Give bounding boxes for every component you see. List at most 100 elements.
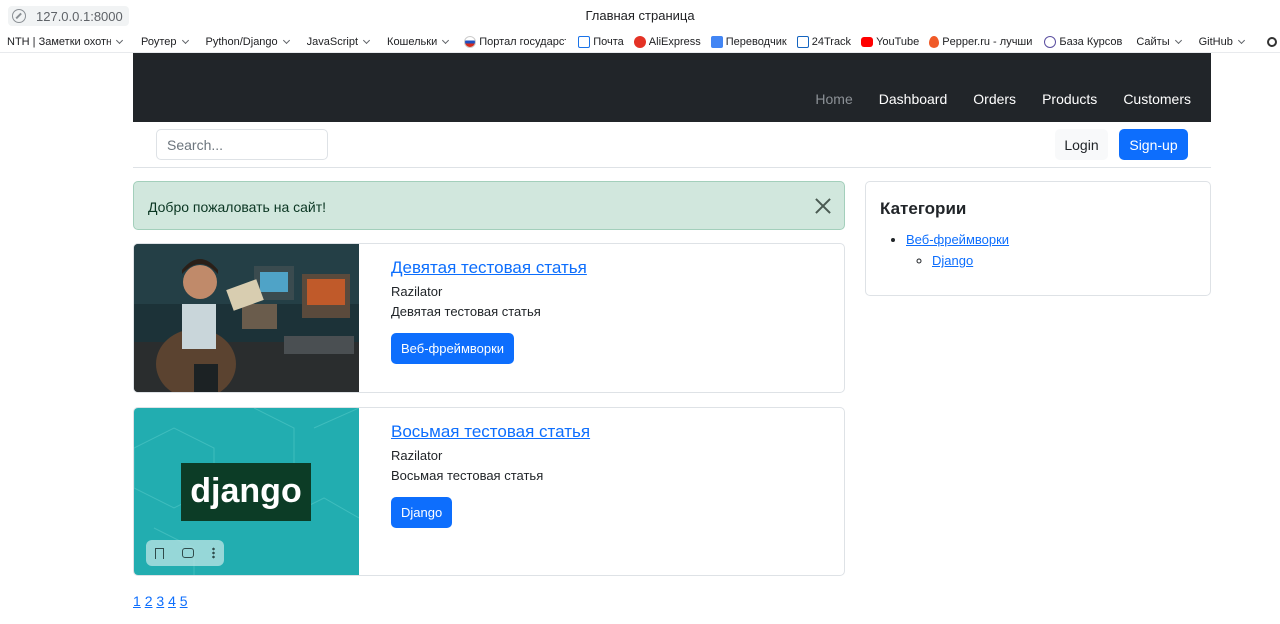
post-excerpt: Восьмая тестовая статья	[391, 468, 544, 483]
page-link[interactable]: 4	[168, 593, 176, 609]
bookmark-folder-sites[interactable]: Сайты	[1136, 36, 1182, 48]
category-link[interactable]: Веб-фреймворки	[906, 232, 1009, 247]
page-link[interactable]: 2	[145, 593, 153, 609]
bookmark-gosuslugi[interactable]: Портал государст	[464, 36, 566, 48]
flag-icon	[464, 36, 477, 48]
welcome-alert: Добро пожаловать на сайт!	[133, 181, 845, 230]
search-bar-row: Login Sign-up	[133, 122, 1211, 168]
post-thumbnail-django[interactable]: django	[134, 408, 359, 575]
bookmark-mail[interactable]: Почта	[578, 36, 624, 48]
page-link[interactable]: 1	[133, 593, 141, 609]
youtube-icon	[861, 37, 874, 47]
bookmark-label: AliExpress	[648, 36, 701, 48]
post-title-link[interactable]: Девятая тестовая статья	[391, 258, 587, 278]
nav-dashboard[interactable]: Dashboard	[879, 91, 948, 107]
image-toolbar	[146, 540, 224, 566]
post-body: Восьмая тестовая статья Razilator Восьма…	[391, 422, 590, 528]
extension-icon[interactable]	[1267, 37, 1277, 47]
site-info-icon[interactable]	[12, 9, 26, 23]
category-button[interactable]: Django	[391, 497, 453, 528]
bookmark-label: Python/Django	[205, 36, 278, 48]
site-navbar: Home Dashboard Orders Products Customers	[133, 53, 1211, 122]
nav-customers[interactable]: Customers	[1123, 91, 1191, 107]
search-input[interactable]	[156, 129, 328, 160]
subcategory-list: Django	[932, 253, 1009, 268]
bookmark-label: Переводчик	[725, 36, 787, 48]
signup-button[interactable]: Sign-up	[1119, 129, 1188, 160]
subcategory-link[interactable]: Django	[932, 253, 973, 268]
bookmark-translator[interactable]: Переводчик	[710, 36, 787, 48]
bookmark-label: Портал государст	[479, 36, 567, 48]
post-thumbnail-retro-computer[interactable]	[134, 244, 359, 392]
chevron-down-icon	[1174, 36, 1182, 45]
bookmark-label: Роутер	[141, 36, 177, 48]
bookmark-folder-github[interactable]: GitHub	[1198, 36, 1245, 48]
bookmark-folder-wallets[interactable]: Кошельки	[387, 36, 450, 48]
bookmark-courses[interactable]: База Курсов	[1044, 36, 1122, 48]
category-list: Веб-фреймворки Django	[906, 232, 1009, 268]
courses-icon	[1044, 36, 1057, 48]
bookmark-label: Сайты	[1136, 36, 1170, 48]
post-author: Razilator	[391, 284, 443, 299]
chevron-down-icon	[115, 36, 124, 45]
chevron-down-icon	[442, 36, 450, 45]
sidebar-heading: Категории	[880, 199, 967, 218]
page-link[interactable]: 3	[156, 593, 164, 609]
bookmarks-bar: NTH | Заметки охотн Роутер Python/Django…	[0, 32, 1280, 53]
post-author: Razilator	[391, 448, 443, 463]
bookmark-youtube[interactable]: YouTube	[861, 36, 919, 48]
subcategory-item: Django	[932, 253, 1009, 268]
chevron-down-icon	[362, 36, 371, 45]
mail-icon	[578, 36, 591, 48]
nav-home[interactable]: Home	[815, 91, 852, 107]
category-button[interactable]: Веб-фреймворки	[391, 333, 515, 364]
address-bar[interactable]: 127.0.0.1:8000	[8, 6, 129, 26]
post-title-link[interactable]: Восьмая тестовая статья	[391, 422, 590, 442]
pagination: 1 2 3 4 5	[133, 593, 188, 609]
post-body: Девятая тестовая статья Razilator Девята…	[391, 258, 587, 364]
category-item: Веб-фреймворки Django	[906, 232, 1009, 268]
bookmark-label: 24Track	[811, 36, 852, 48]
bookmark-folder-router[interactable]: Роутер	[141, 36, 189, 48]
track-icon	[796, 36, 809, 48]
bookmark-label: База Курсов	[1059, 36, 1123, 48]
bookmark-label: NTH | Заметки охотн	[7, 36, 111, 48]
bookmark-label: JavaScript	[306, 36, 359, 48]
bookmark-label: GitHub	[1198, 36, 1233, 48]
bookmark-24track[interactable]: 24Track	[796, 36, 852, 48]
bookmark-label: Pepper.ru - лучши	[942, 36, 1033, 48]
django-logo-text: django	[190, 472, 301, 510]
nav-links: Home Dashboard Orders Products Customers	[789, 91, 1191, 107]
address-text: 127.0.0.1:8000	[36, 8, 123, 24]
more-icon[interactable]	[212, 547, 215, 559]
bookmark-folder-nth[interactable]: NTH | Заметки охотн	[7, 36, 124, 48]
page-link[interactable]: 5	[180, 593, 188, 609]
bookmark-aliexpress[interactable]: AliExpress	[633, 36, 701, 48]
bookmark-label: Почта	[593, 36, 624, 48]
aliexpress-icon	[633, 36, 646, 48]
alert-message: Добро пожаловать на сайт!	[148, 199, 327, 215]
bookmark-icon[interactable]	[155, 547, 164, 559]
post-excerpt: Девятая тестовая статья	[391, 304, 541, 319]
nav-orders[interactable]: Orders	[973, 91, 1016, 107]
retro-computer-image	[134, 244, 359, 392]
post-card: Девятая тестовая статья Razilator Девята…	[133, 243, 845, 393]
login-button[interactable]: Login	[1055, 129, 1108, 160]
categories-sidebar: Категории Веб-фреймворки Django	[865, 181, 1211, 296]
bookmark-folder-python[interactable]: Python/Django	[205, 36, 290, 48]
close-icon[interactable]	[814, 197, 832, 215]
chevron-down-icon	[1237, 36, 1245, 45]
nav-products[interactable]: Products	[1042, 91, 1097, 107]
bookmark-label: YouTube	[876, 36, 920, 48]
chevron-down-icon	[181, 36, 189, 45]
chevron-down-icon	[282, 36, 290, 45]
post-card: django Восьмая тестовая статья Razilator…	[133, 407, 845, 576]
bookmark-folder-javascript[interactable]: JavaScript	[306, 36, 371, 48]
translate-icon	[710, 36, 723, 48]
bookmark-label: Кошельки	[387, 36, 438, 48]
camera-icon[interactable]	[182, 548, 194, 558]
window-title: Главная страница	[585, 8, 695, 23]
bookmark-pepper[interactable]: Pepper.ru - лучши	[929, 36, 1032, 48]
flame-icon	[929, 36, 940, 48]
browser-titlebar: 127.0.0.1:8000 Главная страница	[0, 0, 1280, 32]
